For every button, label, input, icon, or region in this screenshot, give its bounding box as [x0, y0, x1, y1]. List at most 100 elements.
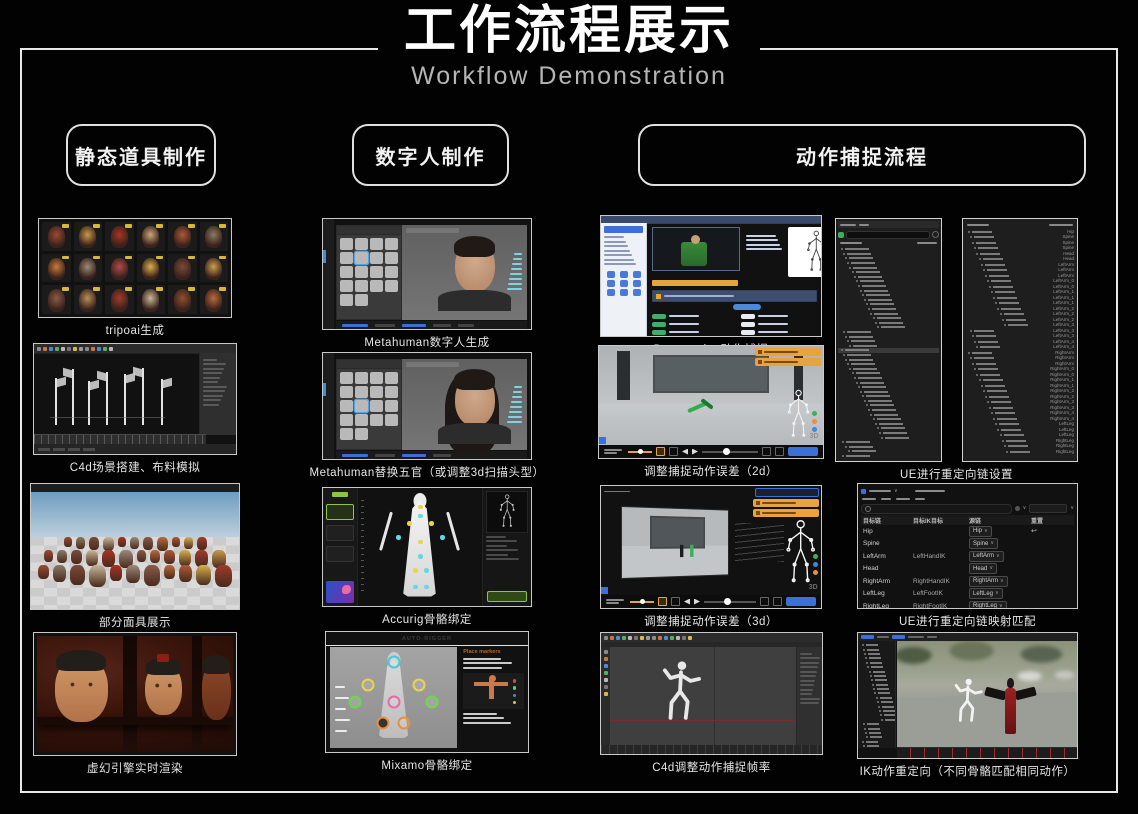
face-thumb: [355, 414, 368, 426]
source-chain-select[interactable]: Hip∨: [969, 526, 992, 537]
mask-image: [48, 226, 65, 248]
expander: [864, 299, 866, 301]
bone-bar: [976, 242, 996, 244]
bone-bar: [978, 368, 998, 370]
chain-label: LeftArm_0: [1053, 279, 1075, 284]
bone-bar: [852, 450, 876, 452]
mask-thumb: [137, 222, 166, 251]
character-preview: [486, 491, 528, 533]
play-icon[interactable]: [692, 449, 698, 455]
instructions-panel: Place markers: [463, 647, 524, 748]
source-chain-select[interactable]: RightLeg∨: [969, 601, 1007, 609]
search-row[interactable]: ∨ ∨: [861, 503, 1074, 514]
play-icon[interactable]: [694, 599, 700, 605]
metahuman-ui: [322, 218, 532, 330]
bone-bar: [856, 271, 880, 273]
instruction-text: [463, 658, 524, 669]
mode-3d-toggle[interactable]: 3D: [809, 584, 818, 591]
upload-button: [652, 280, 738, 286]
source-chain-select[interactable]: LeftArm∨: [969, 551, 1004, 562]
search-input[interactable]: [846, 231, 930, 239]
toolbar-icon: [73, 347, 77, 351]
expander: [974, 368, 976, 370]
text-bar: [507, 421, 522, 423]
prev-frame-icon[interactable]: [684, 599, 690, 605]
mixamo-header: AUTO-RIGGER: [326, 632, 528, 646]
bone-bar: [873, 671, 885, 673]
submit-button[interactable]: [786, 597, 816, 606]
expander: [879, 710, 881, 712]
bone-bar: [851, 262, 875, 264]
autorigger-title: AUTO-RIGGER: [402, 636, 452, 642]
retarget-preview: [897, 641, 1077, 748]
caption: UE进行重定向链映射匹配: [857, 613, 1078, 629]
playback-controls[interactable]: [601, 595, 821, 608]
expander: [983, 390, 985, 392]
mapping-group-select[interactable]: [1029, 504, 1067, 513]
face-thumb: [355, 294, 368, 306]
instruction-text: [463, 713, 524, 724]
gear-icon[interactable]: [1015, 506, 1020, 511]
target-chain-cell: Head: [861, 565, 913, 572]
timeline-scrubber[interactable]: [702, 451, 758, 453]
mask-image: [111, 289, 128, 311]
expander: [970, 236, 972, 238]
face-thumb: [385, 266, 398, 278]
expander: [865, 732, 867, 734]
mask-thumb: [42, 254, 71, 283]
text-bar: [486, 554, 508, 556]
retarget-mapping-panel: ∨ ∨ ∨ 目标链目标IK目标源链重置HipHip∨↩SpineSpine∨Le…: [857, 483, 1078, 609]
text-bar: [486, 558, 519, 560]
figure-deepmotion: Deepmotion动作捕捉: [600, 215, 822, 357]
bone-bar: [883, 710, 895, 712]
bone-bar: [868, 299, 892, 301]
text-bar: [510, 273, 522, 275]
side-tab[interactable]: [599, 437, 606, 444]
badge: [188, 256, 195, 260]
source-chain-select[interactable]: Spine∨: [969, 538, 998, 549]
expander: [848, 450, 850, 452]
caption: 调整捕捉动作误差（2d）: [598, 463, 824, 479]
side-tab[interactable]: [601, 587, 608, 594]
reset-icon[interactable]: ↩: [1031, 528, 1037, 535]
panel-tabs: [337, 360, 401, 369]
face-thumb: [355, 238, 368, 250]
search-row[interactable]: [838, 230, 939, 239]
annotation-text: [498, 250, 522, 293]
mask-blob: [64, 537, 72, 547]
sky: [31, 492, 239, 537]
submit-button[interactable]: [788, 447, 818, 456]
quality-slider[interactable]: [630, 601, 654, 603]
source-chain-cell: Hip∨: [969, 526, 1031, 537]
playback-controls[interactable]: [599, 445, 823, 458]
toolbar-icon: [97, 347, 101, 351]
mode-3d-toggle[interactable]: 3D: [810, 433, 819, 440]
toolbar-icon: [634, 636, 638, 640]
mask-thumb: [105, 254, 134, 283]
bone-bar: [874, 414, 898, 416]
prev-frame-icon[interactable]: [682, 449, 688, 455]
panel-tabs: [337, 226, 401, 235]
chevron-down-icon: ∨: [999, 604, 1003, 609]
mask-thumb: [137, 285, 166, 314]
table-row: LeftArmLeftHandIKLeftArm∨: [861, 550, 1074, 563]
text-bar: [800, 693, 812, 695]
search-input[interactable]: [861, 504, 1012, 514]
chain-label: Spine: [1062, 235, 1075, 240]
expander: [873, 418, 875, 420]
source-chain-select[interactable]: RightArm∨: [969, 576, 1008, 587]
source-chain-select[interactable]: Head∨: [969, 563, 997, 574]
mask-image: [205, 289, 222, 311]
source-chain-select[interactable]: LeftLeg∨: [969, 588, 1003, 599]
chain-label: LeftArm_1: [1053, 290, 1075, 295]
figure-ik-retarget: IK动作重定向（不同骨骼匹配相同动作）: [857, 632, 1078, 779]
quality-slider[interactable]: [628, 451, 652, 453]
timeline-scrubber[interactable]: [704, 601, 756, 603]
action-buttons[interactable]: [755, 348, 821, 366]
action-buttons[interactable]: [753, 488, 819, 517]
mask-blob: [215, 565, 232, 587]
expander: [864, 653, 866, 655]
bone-bar: [868, 728, 880, 730]
bone-bar: [974, 357, 994, 359]
bone-bar: [995, 412, 1015, 414]
